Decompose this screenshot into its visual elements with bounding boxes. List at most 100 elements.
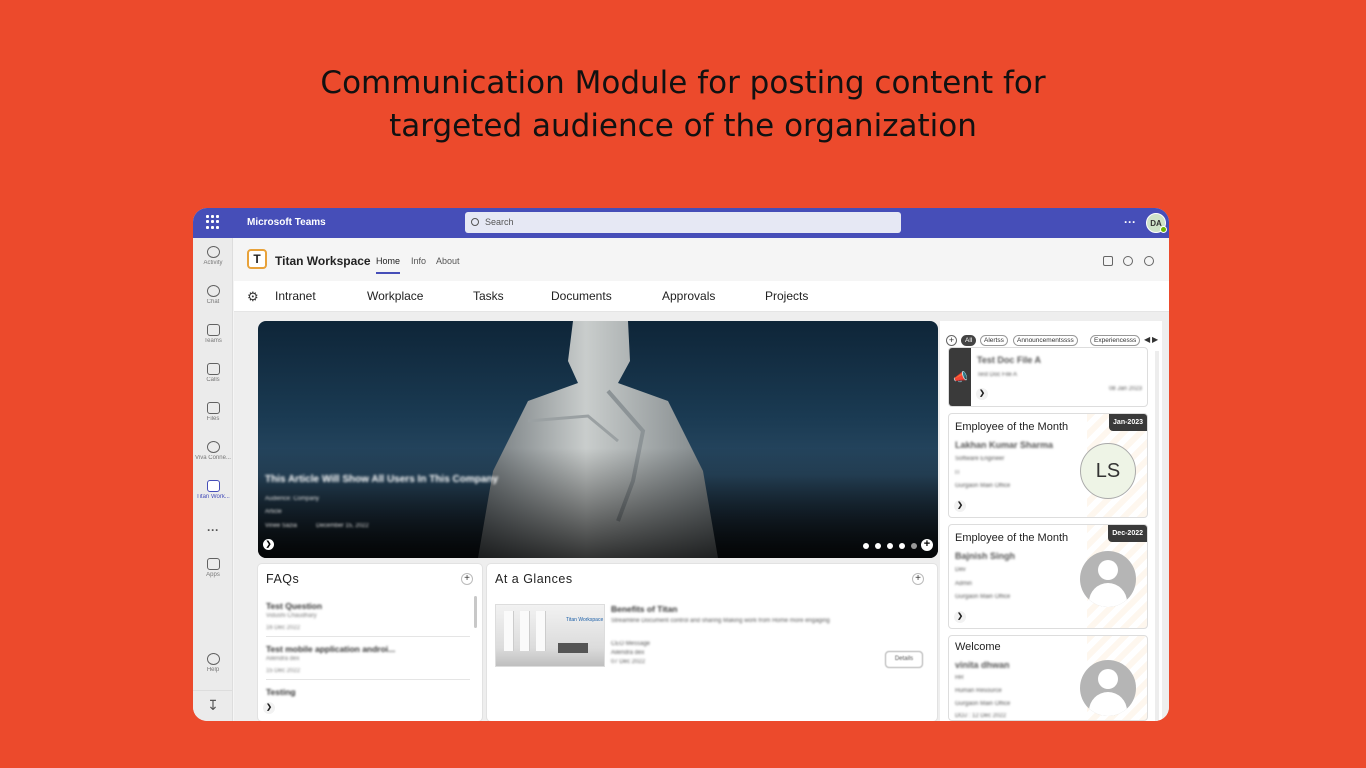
- rail-item-viva-connections[interactable]: Viva Conne...: [193, 441, 233, 461]
- nav-tasks[interactable]: Tasks: [473, 289, 504, 303]
- rail-item-help[interactable]: Help: [193, 653, 233, 673]
- tab-info[interactable]: Info: [411, 256, 426, 266]
- glances-title: At a Glances: [495, 572, 573, 586]
- filter-alerts[interactable]: Alertss: [980, 335, 1008, 346]
- details-button[interactable]: Details: [885, 651, 923, 668]
- search-input[interactable]: Search: [465, 212, 901, 233]
- carousel-dot[interactable]: [887, 543, 893, 549]
- chevron-right-icon[interactable]: ▶: [1152, 335, 1158, 344]
- add-article-icon[interactable]: +: [921, 539, 933, 551]
- hero-title[interactable]: This Article Will Show All Users In This…: [265, 474, 498, 485]
- rail-item-files[interactable]: Files: [193, 402, 233, 422]
- default-avatar-icon: [1080, 551, 1136, 607]
- employee-next-icon[interactable]: ❯: [954, 611, 966, 623]
- rail-item-activity[interactable]: Activity: [193, 246, 233, 266]
- more-options-icon[interactable]: ···: [1124, 215, 1136, 229]
- nav-workplace[interactable]: Workplace: [367, 289, 423, 303]
- hero-carousel[interactable]: This Article Will Show All Users In This…: [258, 321, 938, 558]
- rail-label: Teams: [204, 338, 222, 344]
- hero-next-icon[interactable]: ❯: [263, 539, 274, 550]
- rail-item-apps[interactable]: Apps: [193, 558, 233, 578]
- filter-experiences[interactable]: Experiencesss: [1090, 335, 1141, 346]
- rail-item-titan-workspace[interactable]: Titan Work...: [193, 480, 233, 500]
- add-faq-icon[interactable]: +: [461, 573, 473, 585]
- avatar[interactable]: DA: [1146, 213, 1167, 233]
- employee-office: Gurgaon Main Office: [955, 483, 1011, 489]
- refresh-icon[interactable]: [1123, 256, 1133, 266]
- announcement-next-icon[interactable]: ❯: [976, 388, 988, 400]
- employee-initials-avatar: LS: [1080, 443, 1136, 499]
- gear-icon[interactable]: ⚙: [247, 289, 259, 305]
- nav-documents[interactable]: Documents: [551, 289, 612, 303]
- glance-title[interactable]: Benefits of Titan: [611, 604, 677, 614]
- employee-of-month-card[interactable]: Employee of the Month Dec-2022 Bajnish S…: [948, 524, 1148, 629]
- employee-role: Software Engineer: [955, 456, 1005, 462]
- search-placeholder: Search: [485, 217, 514, 227]
- carousel-dot[interactable]: [899, 543, 905, 549]
- employee-name: vinita dhwan: [955, 660, 1010, 670]
- tab-home[interactable]: Home: [376, 256, 401, 274]
- announcement-card[interactable]: 📣 Test Doc File A Test Doc File A 08 Jan…: [948, 347, 1148, 407]
- headline-line-2: targeted audience of the organization: [389, 108, 977, 144]
- welcome-heading: Welcome: [955, 641, 1001, 653]
- panel-scrollbar[interactable]: [1155, 351, 1159, 721]
- chevron-left-icon[interactable]: ◀: [1144, 335, 1150, 344]
- glances-card: At a Glances + Titan Workspace Benefits …: [487, 564, 937, 721]
- nav-approvals[interactable]: Approvals: [662, 289, 715, 303]
- employee-of-month-card[interactable]: Employee of the Month Jan-2023 Lakhan Ku…: [948, 413, 1148, 518]
- faq-question[interactable]: Test Question: [266, 601, 322, 611]
- faq-next-icon[interactable]: ❯: [263, 702, 275, 714]
- bell-icon: [206, 246, 220, 258]
- default-avatar-icon: [1080, 660, 1136, 716]
- nav-intranet[interactable]: Intranet: [275, 289, 316, 303]
- welcome-card[interactable]: Welcome vinita dhwan HR Human Resource G…: [948, 635, 1148, 721]
- divider: [266, 636, 470, 637]
- nav-projects[interactable]: Projects: [765, 289, 808, 303]
- employee-role: HR: [955, 675, 964, 681]
- office-image[interactable]: Titan Workspace: [495, 604, 605, 667]
- carousel-dot[interactable]: [911, 543, 917, 549]
- faq-question[interactable]: Test mobile application androi...: [266, 644, 395, 654]
- divider: [266, 679, 470, 680]
- titan-app-icon: [206, 480, 220, 492]
- employee-dept: Admin: [955, 581, 973, 587]
- hero-audience: Audience: Company: [265, 496, 320, 502]
- megaphone-icon: 📣: [953, 370, 968, 384]
- tab-about[interactable]: About: [436, 256, 460, 266]
- app-title: Titan Workspace: [275, 254, 371, 268]
- add-glance-icon[interactable]: +: [912, 573, 924, 585]
- rail-item-chat[interactable]: Chat: [193, 285, 233, 305]
- rail-item-teams[interactable]: Teams: [193, 324, 233, 344]
- file-icon: [206, 402, 220, 414]
- employee-next-icon[interactable]: ❯: [954, 500, 966, 512]
- app-launcher-icon[interactable]: [206, 215, 220, 229]
- globe-icon[interactable]: [1144, 256, 1154, 266]
- rail-label: Apps: [206, 572, 220, 578]
- filter-announcements[interactable]: Announcementssss: [1013, 335, 1078, 346]
- carousel-dot[interactable]: [863, 543, 869, 549]
- faq-scrollbar[interactable]: [474, 596, 477, 628]
- carousel-dot[interactable]: [875, 543, 881, 549]
- rail-label: Calls: [206, 377, 220, 383]
- viva-connections-icon: [206, 441, 220, 453]
- download-icon[interactable]: ↧: [193, 690, 233, 721]
- faq-date: 16 Dec 2022: [266, 625, 301, 631]
- rail-label: Viva Conne...: [195, 455, 231, 461]
- glance-author: Ailendra dex: [611, 650, 645, 656]
- apps-icon: [206, 558, 220, 570]
- filter-all[interactable]: All: [961, 335, 977, 346]
- search-icon: [471, 218, 479, 226]
- employee-dept: Human Resource: [955, 688, 1002, 694]
- more-apps-icon[interactable]: ···: [193, 523, 233, 537]
- page-headline: Communication Module for posting content…: [0, 62, 1366, 148]
- faqs-title: FAQs: [266, 572, 300, 586]
- add-announcement-icon[interactable]: +: [946, 335, 957, 346]
- glance-category: CEO Message: [611, 641, 651, 647]
- employee-name: Bajnish Singh: [955, 551, 1016, 561]
- employee-heading: Employee of the Month: [955, 421, 1069, 433]
- faq-question[interactable]: Testing: [266, 687, 296, 697]
- intranet-nav: ⚙ Intranet Workplace Tasks Documents App…: [234, 281, 1169, 312]
- popout-icon[interactable]: [1103, 256, 1113, 266]
- rail-item-calls[interactable]: Calls: [193, 363, 233, 383]
- faqs-card: FAQs + Test Question Vidushi Chaudhary 1…: [258, 564, 482, 721]
